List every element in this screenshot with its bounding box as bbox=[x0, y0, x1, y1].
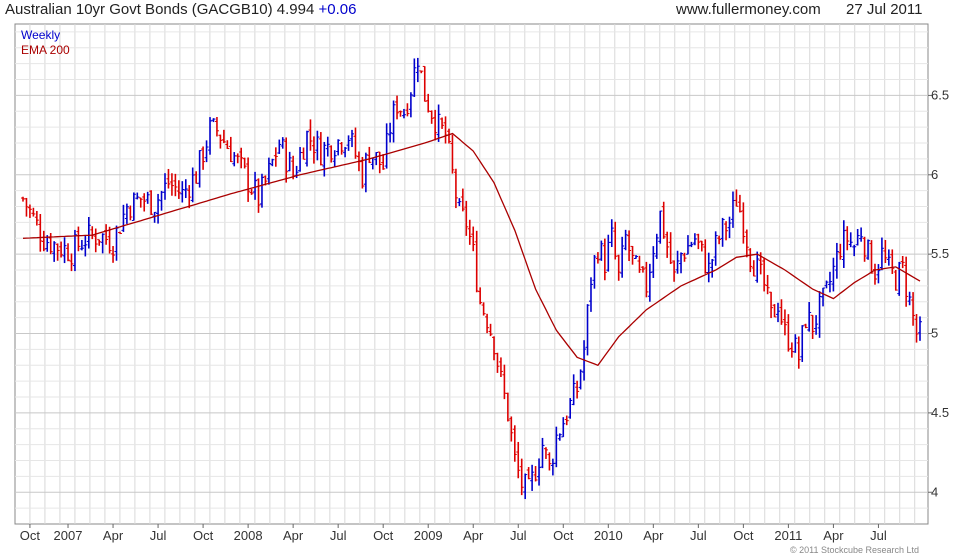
legend-ema: EMA 200 bbox=[21, 43, 70, 57]
y-tick-label: 6.5 bbox=[931, 87, 949, 102]
x-tick-label: 2009 bbox=[414, 528, 443, 543]
x-tick-label: Oct bbox=[373, 528, 394, 543]
x-tick-label: Jul bbox=[330, 528, 347, 543]
x-tick-label: 2008 bbox=[234, 528, 263, 543]
y-tick-label: 4 bbox=[931, 484, 938, 499]
y-tick-label: 4.5 bbox=[931, 405, 949, 420]
x-tick-label: Oct bbox=[553, 528, 574, 543]
x-tick-label: Oct bbox=[733, 528, 754, 543]
y-tick-label: 5 bbox=[931, 326, 938, 341]
x-tick-label: Apr bbox=[103, 528, 124, 543]
y-tick-label: 6 bbox=[931, 167, 938, 182]
x-tick-label: 2010 bbox=[594, 528, 623, 543]
x-tick-label: Jul bbox=[150, 528, 167, 543]
x-tick-label: Jul bbox=[510, 528, 527, 543]
legend-weekly: Weekly bbox=[21, 28, 61, 42]
x-tick-label: 2011 bbox=[774, 528, 802, 543]
x-tick-label: 2007 bbox=[54, 528, 83, 543]
x-tick-label: Jul bbox=[870, 528, 887, 543]
chart-legend: Weekly EMA 200 bbox=[21, 28, 70, 58]
x-tick-label: Apr bbox=[643, 528, 664, 543]
x-tick-label: Oct bbox=[20, 528, 41, 543]
x-tick-label: Oct bbox=[193, 528, 214, 543]
y-tick-label: 5.5 bbox=[931, 246, 949, 261]
x-tick-label: Apr bbox=[463, 528, 484, 543]
x-tick-label: Apr bbox=[283, 528, 304, 543]
x-tick-label: Apr bbox=[823, 528, 844, 543]
copyright-text: © 2011 Stockcube Research Ltd bbox=[790, 545, 920, 555]
x-tick-label: Jul bbox=[690, 528, 707, 543]
bond-yield-chart: Oct 2007 Apr Jul Oct 2008 Apr Jul Oct 2009 Apr Jul O… bbox=[14, 23, 949, 543]
